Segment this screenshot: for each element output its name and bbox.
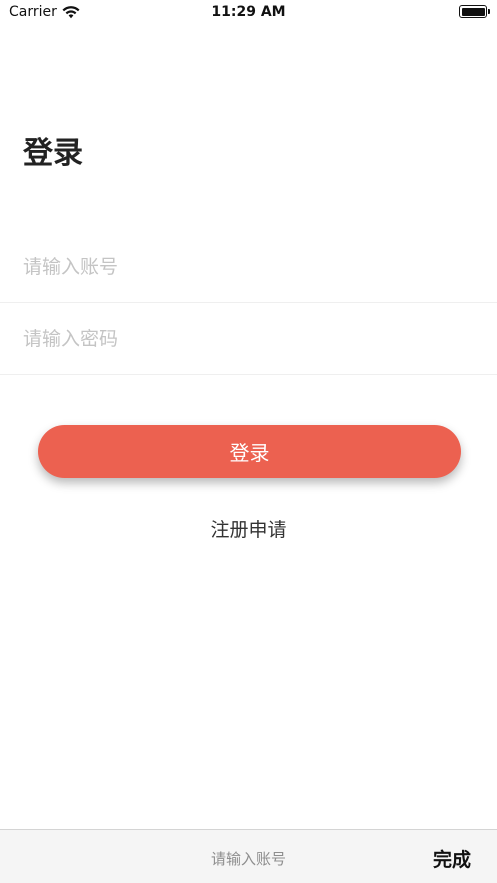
- keyboard-toolbar-hint: 请输入账号: [210, 850, 286, 868]
- status-bar: Carrier 11:29 AM: [0, 0, 497, 28]
- battery-full-icon: [459, 5, 490, 18]
- keyboard-toolbar: 请输入账号 完成: [0, 829, 497, 883]
- status-time: 11:29 AM: [211, 4, 286, 20]
- account-input[interactable]: [23, 231, 473, 303]
- password-input[interactable]: [23, 303, 473, 375]
- register-link[interactable]: 注册申请: [0, 515, 497, 542]
- account-field: [0, 231, 497, 303]
- login-screen: Carrier 11:29 AM 登录 登录 注册申请 请输入账号 完成: [0, 0, 497, 883]
- login-button[interactable]: 登录: [38, 425, 461, 478]
- battery-level-fill: [461, 7, 485, 16]
- done-button[interactable]: 完成: [433, 845, 471, 872]
- page-title: 登录: [23, 136, 83, 171]
- password-field: [0, 303, 497, 375]
